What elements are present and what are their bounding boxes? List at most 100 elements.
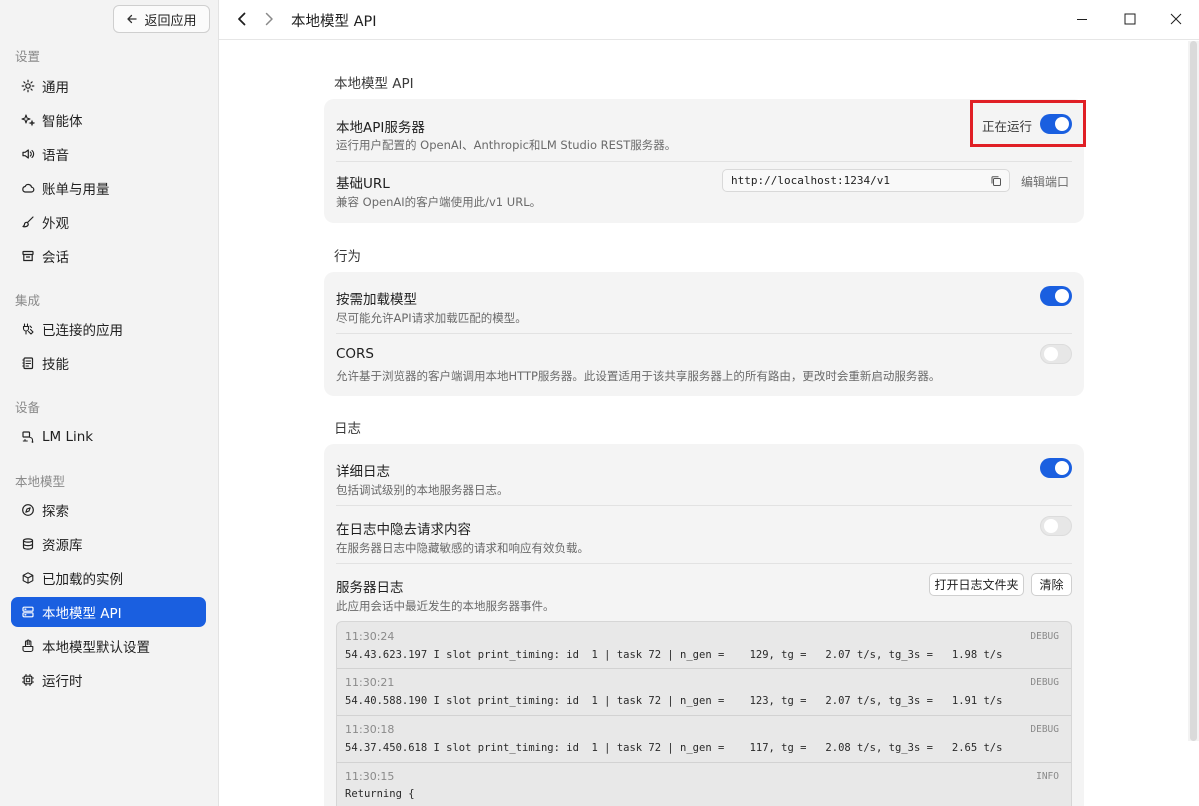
clear-logs-button[interactable]: 清除: [1031, 573, 1072, 596]
forward-arrow-icon[interactable]: [261, 11, 277, 27]
log-message: 54.40.588.190 I slot print_timing: id 1 …: [345, 695, 1003, 707]
row-desc: 允许基于浏览器的客户端调用本地HTTP服务器。此设置适用于该共享服务器上的所有路…: [336, 369, 941, 383]
hand-icon: [22, 639, 34, 653]
section-label-integrations: 集成: [15, 293, 41, 308]
card-behavior: 按需加载模型 尽可能允许API请求加载匹配的模型。 CORS 允许基于浏览器的客…: [324, 272, 1084, 396]
section-label-devices: 设备: [15, 400, 41, 415]
row-desc: 兼容 OpenAI的客户端使用此/v1 URL。: [336, 195, 542, 209]
row-title: 本地API服务器: [336, 120, 425, 136]
sidebar-item-label: LM Link: [42, 429, 94, 445]
group-title-logs: 日志: [334, 421, 361, 437]
sidebar-item-label: 智能体: [42, 114, 83, 130]
sparkle-icon: [21, 114, 35, 127]
group-title-behavior: 行为: [334, 249, 361, 265]
main-content: 本地模型 API 本地API服务器 运行用户配置的 OpenAI、Anthrop…: [219, 41, 1188, 806]
sidebar-item-general[interactable]: 通用: [11, 71, 206, 101]
log-time: 11:30:18: [345, 723, 395, 736]
log-time: 11:30:21: [345, 676, 395, 689]
sidebar-item-label: 本地模型默认设置: [42, 640, 150, 656]
row-title: 基础URL: [336, 176, 390, 192]
cors-toggle[interactable]: [1040, 344, 1072, 364]
sidebar-item-sessions[interactable]: 会话: [11, 241, 206, 271]
highlight-box: [970, 100, 1086, 147]
back-to-app-button[interactable]: 返回应用: [113, 5, 210, 33]
row-base-url: 基础URL 兼容 OpenAI的客户端使用此/v1 URL。 http://lo…: [336, 161, 1072, 223]
card-api: 本地API服务器 运行用户配置的 OpenAI、Anthropic和LM Stu…: [324, 99, 1086, 223]
arrow-left-icon: [127, 14, 138, 24]
row-redact-requests: 在日志中隐去请求内容 在服务器日志中隐藏敏感的请求和响应有效负载。: [336, 506, 1072, 564]
copy-icon[interactable]: [990, 175, 1002, 187]
page-title: 本地模型 API: [291, 14, 377, 30]
row-local-api-server: 本地API服务器 运行用户配置的 OpenAI、Anthropic和LM Stu…: [336, 99, 1072, 161]
log-entry: 11:30:18 DEBUG 54.37.450.618 I slot prin…: [337, 716, 1071, 762]
row-desc: 尽可能允许API请求加载匹配的模型。: [336, 311, 527, 325]
log-level: DEBUG: [1030, 724, 1059, 735]
log-level: DEBUG: [1030, 677, 1059, 688]
sidebar-item-appearance[interactable]: 外观: [11, 207, 206, 237]
archive-icon: [22, 250, 34, 262]
sidebar-item-runtime[interactable]: 运行时: [11, 665, 206, 695]
sidebar-item-label: 已连接的应用: [42, 323, 123, 339]
open-log-folder-button[interactable]: 打开日志文件夹: [929, 573, 1024, 596]
sidebar-item-label: 语音: [42, 148, 69, 164]
sidebar-item-local-model-defaults[interactable]: 本地模型默认设置: [11, 631, 206, 661]
sidebar-item-billing[interactable]: 账单与用量: [11, 173, 206, 203]
base-url-field[interactable]: http://localhost:1234/v1: [722, 169, 1010, 192]
cube-icon: [22, 572, 34, 584]
sidebar-item-label: 会话: [42, 250, 69, 266]
log-message: Returning {: [345, 788, 415, 800]
close-icon[interactable]: [1168, 11, 1184, 27]
sidebar-item-local-model-api[interactable]: 本地模型 API: [11, 597, 206, 627]
log-message: 54.37.450.618 I slot print_timing: id 1 …: [345, 742, 1003, 754]
title-bar: 本地模型 API: [219, 0, 1199, 40]
log-panel[interactable]: 11:30:24 DEBUG 54.43.623.197 I slot prin…: [336, 621, 1072, 806]
minimize-icon[interactable]: [1074, 11, 1090, 27]
scrollbar-thumb[interactable]: [1190, 41, 1197, 741]
maximize-icon[interactable]: [1122, 11, 1138, 27]
back-arrow-icon[interactable]: [234, 11, 250, 27]
row-desc: 此应用会话中最近发生的本地服务器事件。: [336, 599, 555, 613]
row-title: 按需加载模型: [336, 292, 417, 308]
sidebar-item-skills[interactable]: 技能: [11, 348, 206, 378]
section-label-local-models: 本地模型: [15, 474, 66, 489]
sidebar-item-library[interactable]: 资源库: [11, 529, 206, 559]
log-time: 11:30:15: [345, 770, 395, 783]
sidebar-item-agents[interactable]: 智能体: [11, 105, 206, 135]
edit-port-link[interactable]: 编辑端口: [1021, 173, 1069, 190]
cloud-icon: [22, 183, 35, 193]
row-desc: 包括调试级别的本地服务器日志。: [336, 483, 509, 497]
note-icon: [22, 357, 34, 370]
sidebar-item-lm-link[interactable]: LM Link: [11, 422, 206, 452]
load-on-demand-toggle[interactable]: [1040, 286, 1072, 306]
base-url-value: http://localhost:1234/v1: [731, 174, 890, 187]
scrollbar[interactable]: [1188, 41, 1199, 741]
toggle-knob: [1044, 347, 1058, 361]
log-message: 54.43.623.197 I slot print_timing: id 1 …: [345, 649, 1003, 661]
gear-icon: [21, 79, 35, 93]
sidebar-item-label: 本地模型 API: [42, 606, 122, 622]
toggle-knob: [1044, 519, 1058, 533]
toggle-knob: [1055, 461, 1069, 475]
group-title-api: 本地模型 API: [334, 76, 414, 92]
sidebar-item-voice[interactable]: 语音: [11, 139, 206, 169]
sidebar-item-label: 已加载的实例: [42, 572, 123, 588]
row-title: CORS: [336, 346, 375, 362]
verbose-logs-toggle[interactable]: [1040, 458, 1072, 478]
row-load-on-demand: 按需加载模型 尽可能允许API请求加载匹配的模型。: [336, 272, 1072, 334]
sidebar-item-label: 外观: [42, 216, 69, 232]
sidebar-item-label: 探索: [42, 504, 69, 520]
sidebar-item-label: 通用: [42, 80, 69, 96]
log-entry: 11:30:15 INFO Returning {: [337, 763, 1071, 806]
sidebar-item-label: 账单与用量: [42, 182, 110, 198]
redact-toggle[interactable]: [1040, 516, 1072, 536]
back-to-app-label: 返回应用: [144, 13, 197, 29]
sidebar-item-explore[interactable]: 探索: [11, 495, 206, 525]
database-icon: [22, 538, 34, 550]
log-entry: 11:30:24 DEBUG 54.43.623.197 I slot prin…: [337, 622, 1071, 668]
compass-icon: [22, 504, 34, 516]
speaker-icon: [22, 149, 35, 159]
sidebar-item-loaded-instances[interactable]: 已加载的实例: [11, 563, 206, 593]
row-title: 在日志中隐去请求内容: [336, 522, 471, 538]
sidebar-item-connected-apps[interactable]: 已连接的应用: [11, 314, 206, 344]
sidebar-item-label: 技能: [42, 357, 69, 373]
